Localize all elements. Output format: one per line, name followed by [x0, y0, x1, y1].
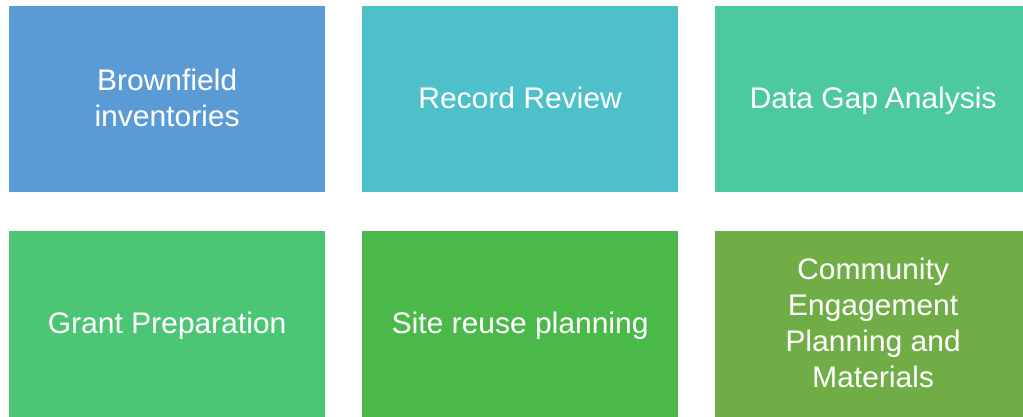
tile-community-engagement: Community Engagement Planning and Materi…	[715, 231, 1023, 417]
tile-site-reuse-planning: Site reuse planning	[362, 231, 678, 417]
tile-brownfield-inventories: Brownfield inventories	[9, 6, 325, 192]
tile-label: Site reuse planning	[391, 307, 649, 340]
tile-label: Community Engagement Planning and Materi…	[785, 253, 961, 394]
tile-label: Brownfield inventories	[94, 64, 240, 133]
tile-data-gap-analysis: Data Gap Analysis	[715, 6, 1023, 192]
tile-record-review: Record Review	[362, 6, 678, 192]
tile-label: Grant Preparation	[47, 307, 287, 340]
tile-grant-preparation: Grant Preparation	[9, 231, 325, 417]
tile-label: Record Review	[418, 82, 622, 115]
tile-label: Data Gap Analysis	[749, 82, 997, 115]
